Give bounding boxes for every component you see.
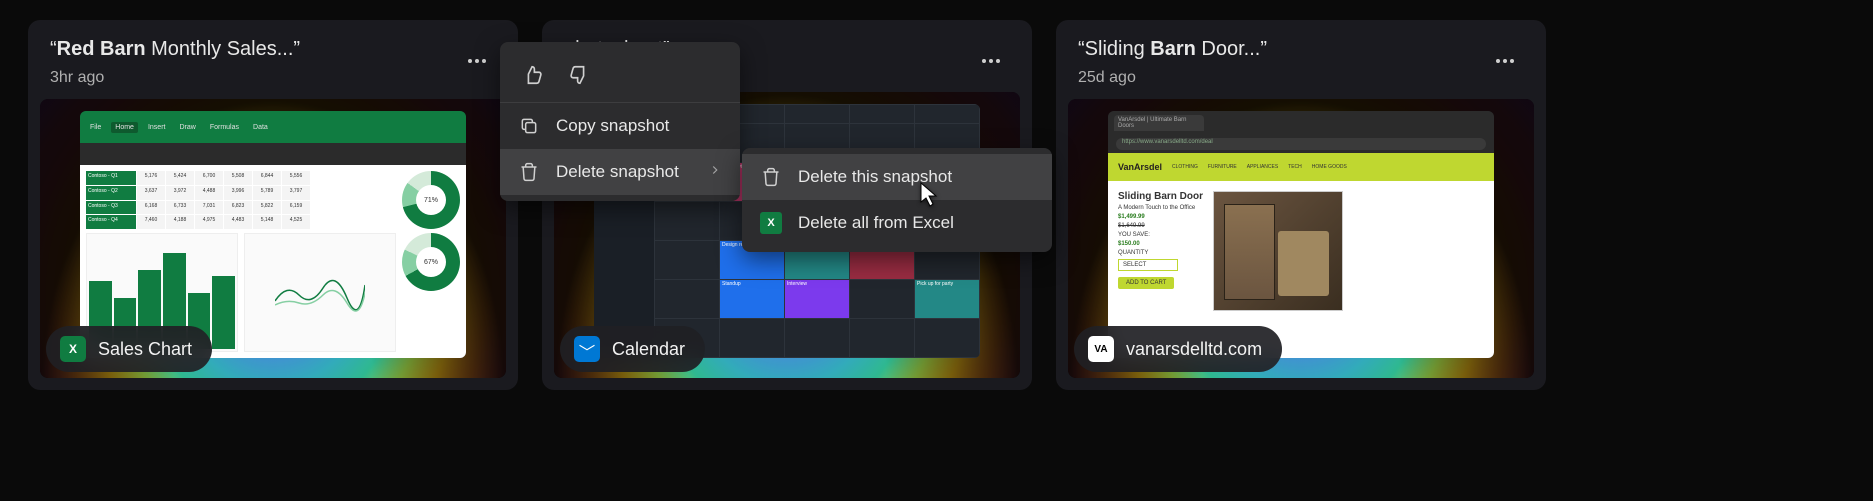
card-app-badge[interactable]: X Sales Chart [46, 326, 212, 372]
more-icon [982, 59, 1000, 63]
more-button[interactable] [972, 42, 1010, 80]
trash-icon [760, 166, 782, 188]
menu-item-delete[interactable]: Delete snapshot [500, 149, 740, 195]
badge-label: Calendar [612, 339, 685, 360]
more-button[interactable] [1486, 42, 1524, 80]
thumbs-down-button[interactable] [560, 56, 598, 94]
donut-chart-2 [402, 233, 460, 291]
menu-label: Delete this snapshot [798, 167, 952, 187]
card-title: “Sliding Barn Door...” [1078, 38, 1267, 61]
badge-label: Sales Chart [98, 339, 192, 360]
snapshot-card-excel[interactable]: “Red Barn Monthly Sales...” 3hr ago File… [28, 20, 518, 390]
more-icon [468, 59, 486, 63]
trash-icon [518, 161, 540, 183]
card-header: “Sliding Barn Door...” 25d ago [1056, 20, 1546, 99]
product-image [1213, 191, 1343, 311]
more-icon [1496, 59, 1514, 63]
thumbs-down-icon [568, 64, 590, 86]
context-submenu: Delete this snapshot X Delete all from E… [742, 148, 1052, 252]
card-timestamp: 25d ago [1078, 69, 1267, 87]
menu-label: Delete all from Excel [798, 213, 954, 233]
excel-icon: X [760, 212, 782, 234]
menu-label: Delete snapshot [556, 162, 679, 182]
submenu-item-delete-all[interactable]: X Delete all from Excel [742, 200, 1052, 246]
card-app-badge[interactable]: Calendar [560, 326, 705, 372]
copy-icon [518, 115, 540, 137]
website-icon: VA [1088, 336, 1114, 362]
more-button[interactable] [458, 42, 496, 80]
donut-chart-1 [402, 171, 460, 229]
menu-item-copy[interactable]: Copy snapshot [500, 103, 740, 149]
submenu-item-delete-this[interactable]: Delete this snapshot [742, 154, 1052, 200]
card-timestamp: 3hr ago [50, 69, 300, 87]
badge-label: vanarsdelltd.com [1126, 339, 1262, 360]
feedback-row [500, 48, 740, 103]
thumbs-up-icon [522, 64, 544, 86]
snapshot-card-browser[interactable]: “Sliding Barn Door...” 25d ago VanArsdel… [1056, 20, 1546, 390]
card-app-badge[interactable]: VA vanarsdelltd.com [1074, 326, 1282, 372]
card-title: “Red Barn Monthly Sales...” [50, 38, 300, 61]
card-header: “Red Barn Monthly Sales...” 3hr ago [28, 20, 518, 99]
excel-icon: X [60, 336, 86, 362]
thumbs-up-button[interactable] [514, 56, 552, 94]
chevron-right-icon [708, 162, 722, 182]
menu-label: Copy snapshot [556, 116, 669, 136]
outlook-icon [574, 336, 600, 362]
context-menu: Copy snapshot Delete snapshot [500, 42, 740, 201]
